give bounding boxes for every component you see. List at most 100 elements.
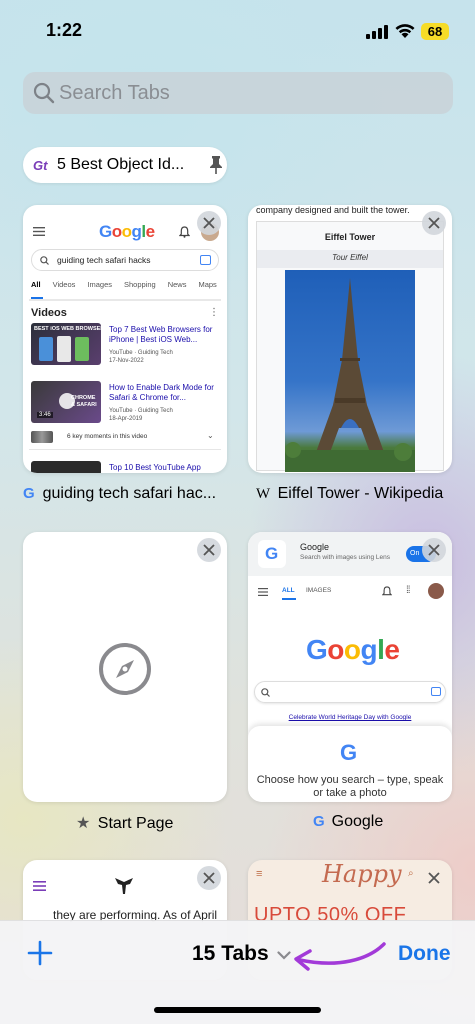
video-thumb-text: CHROME & SAFARI [71, 395, 97, 408]
google-logo: Google [306, 634, 400, 665]
tab-card-google[interactable]: G Google Search with images using Lens O… [248, 532, 452, 802]
google-search-box [254, 681, 446, 703]
done-button[interactable]: Done [398, 942, 451, 966]
close-tab-button[interactable] [197, 538, 221, 562]
hamburger-menu-icon [33, 881, 46, 891]
lens-icon [200, 255, 211, 265]
search-choice-sheet: G Choose how you search – type, speak or… [248, 726, 452, 802]
status-time: 1:22 [46, 20, 83, 40]
close-tab-button[interactable] [422, 538, 446, 562]
more-icon: ⋮ [209, 307, 219, 318]
home-indicator [154, 1007, 321, 1013]
tabs-count-label: 15 Tabs [192, 942, 269, 965]
battery-icon: 68 [421, 23, 449, 40]
menu-icon: ≡ [256, 868, 263, 880]
wiki-infobox: Eiffel Tower Tour Eiffel [256, 221, 444, 472]
pinned-tab-title: 5 Best Object Id... [57, 156, 185, 173]
nav-images: IMAGES [306, 587, 332, 594]
tab-title-guiding-tech: G guiding tech safari hac... [23, 485, 217, 502]
tab-card-eiffel-tower[interactable]: company designed and built the tower. Ei… [248, 205, 452, 473]
bell-icon [382, 586, 392, 596]
google-app-icon: G [258, 540, 286, 568]
video-thumbnail: CHROME & SAFARI 3:46 [31, 381, 101, 423]
search-filters: All Videos Images Shopping News Maps [31, 280, 227, 289]
star-icon: ★ [76, 815, 91, 832]
apps-grid-icon: ⁞⁞ [406, 585, 410, 596]
search-icon [33, 82, 55, 104]
wiki-subheading: Tour Eiffel [332, 253, 368, 262]
search-icon: ⌕ [408, 868, 414, 879]
close-icon [203, 217, 215, 229]
lens-banner: G Google Search with images using Lens O… [248, 532, 452, 576]
avatar [428, 583, 444, 599]
wiki-top-text: company designed and built the tower. [256, 205, 410, 215]
cellular-signal-icon [366, 24, 388, 39]
close-icon [203, 544, 215, 556]
new-tab-button[interactable] [27, 940, 53, 971]
site-logo-icon [115, 878, 133, 894]
video-title: Top 10 Best YouTube App [109, 463, 201, 472]
search-input[interactable] [59, 72, 439, 114]
close-tab-button[interactable] [422, 866, 446, 890]
filter-images: Images [87, 280, 112, 289]
guiding-tech-logo-icon: Gt [33, 158, 48, 173]
play-icon [59, 393, 75, 409]
close-tab-button[interactable] [197, 211, 221, 235]
close-icon [428, 544, 440, 556]
video-thumb-text: BEST iOS WEB BROWSERS [34, 326, 108, 332]
tab-title-start-page: ★ Start Page [76, 815, 174, 832]
filter-maps: Maps [198, 280, 217, 289]
video-date: 17-Nov-2022 [109, 358, 144, 364]
bell-icon [179, 226, 190, 238]
close-icon [428, 872, 440, 884]
lens-icon [431, 687, 441, 696]
pinned-tab[interactable]: Gt 5 Best Object Id... [23, 147, 227, 183]
close-icon [203, 872, 215, 884]
video-source: YouTube · Guiding Tech [109, 350, 173, 356]
key-moments: 6 key moments in this video [67, 433, 148, 440]
hamburger-menu-icon [258, 588, 268, 596]
video-title: How to Enable Dark Mode for Safari & Chr… [109, 383, 214, 402]
wiki-heading: Eiffel Tower [324, 232, 376, 242]
compass-icon [99, 643, 151, 695]
script-title: Happy [322, 860, 402, 888]
tab-title-google: G Google [313, 813, 384, 830]
hamburger-menu-icon [33, 227, 45, 236]
doodle-link: Celebrate World Heritage Day with Google [288, 714, 412, 721]
tab-card-guiding-tech[interactable]: Google guiding tech safari hacks All Vide… [23, 205, 227, 473]
annotation-arrow [294, 942, 386, 971]
plus-icon [27, 940, 53, 966]
search-icon [261, 688, 270, 697]
close-tab-button[interactable] [422, 211, 446, 235]
tab-groups-button[interactable]: 15 Tabs [192, 942, 291, 966]
video-duration: 3:46 [37, 412, 53, 418]
google-favicon-icon: G [313, 813, 325, 830]
pin-icon [210, 156, 222, 174]
close-icon [428, 217, 440, 229]
banner-subtitle: Search with images using Lens [300, 554, 390, 561]
section-title: Videos [31, 307, 67, 319]
tab-title-eiffel-tower: W Eiffel Tower - Wikipedia [256, 485, 444, 502]
search-tabs-field[interactable] [23, 72, 453, 114]
video-source: YouTube · Guiding Tech [109, 408, 173, 414]
filter-news: News [167, 280, 187, 289]
close-tab-button[interactable] [197, 866, 221, 890]
banner-title: Google [300, 542, 330, 552]
video-thumbnail [31, 461, 101, 473]
video-date: 18-Apr-2019 [109, 416, 143, 422]
wikipedia-favicon-icon: W [256, 486, 271, 502]
search-icon [40, 256, 49, 265]
video-thumbnail: BEST iOS WEB BROWSERS [31, 323, 108, 365]
filter-shopping: Shopping [124, 280, 156, 289]
filter-all: All [31, 280, 41, 289]
mini-search-box: guiding tech safari hacks [31, 249, 219, 271]
mini-search-query: guiding tech safari hacks [57, 255, 151, 265]
filter-videos: Videos [52, 280, 76, 289]
eiffel-tower-image [285, 270, 415, 472]
sheet-text: Choose how you search – type, speak or t… [256, 774, 444, 799]
chevron-down-icon: ⌄ [207, 431, 214, 440]
google-logo: Google [99, 222, 155, 241]
video-title: Top 7 Best Web Browsers for iPhone | Bes… [109, 325, 213, 344]
google-favicon-icon: G [23, 485, 35, 502]
tab-card-start-page[interactable] [23, 532, 227, 802]
